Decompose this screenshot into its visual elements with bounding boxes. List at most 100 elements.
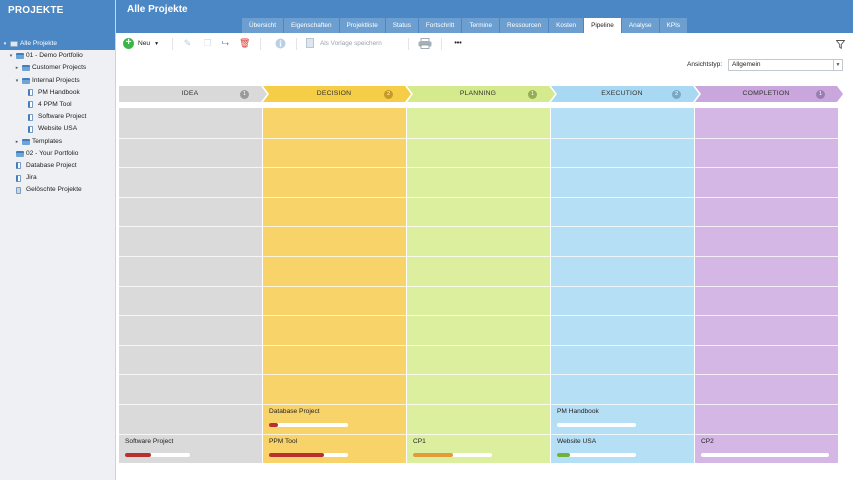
view-type-value: Allgemein — [732, 61, 761, 68]
tree-item[interactable]: Website USA — [0, 123, 115, 135]
tab-kpis[interactable]: KPIs — [659, 18, 689, 33]
stage-column-completion: CP2 — [695, 108, 838, 463]
info-icon[interactable] — [275, 38, 286, 49]
progress-bar — [269, 452, 348, 457]
tree-item[interactable]: PM Handbook — [0, 87, 115, 99]
tab-ressourcen[interactable]: Ressourcen — [500, 18, 550, 33]
tree-item[interactable]: Gelöschte Projekte — [0, 184, 115, 196]
project-card[interactable]: PM Handbook — [551, 405, 694, 435]
row-divider — [551, 167, 694, 169]
project-card[interactable]: CP2 — [695, 435, 838, 465]
progress-bar-fill — [413, 452, 453, 457]
row-divider — [551, 285, 694, 287]
row-divider — [407, 344, 550, 346]
project-card[interactable]: Website USA — [551, 435, 694, 465]
row-divider — [407, 167, 550, 169]
tree-item[interactable]: Database Project — [0, 160, 115, 172]
tab-kosten[interactable]: Kosten — [549, 18, 585, 33]
tab-übersicht[interactable]: Übersicht — [242, 18, 284, 33]
progress-bar-fill — [269, 452, 324, 457]
row-divider — [407, 226, 550, 228]
tree-item[interactable]: 4 PPM Tool — [0, 99, 115, 111]
tree-item-label: Jira — [26, 174, 37, 182]
tree-item-label: Templates — [32, 137, 63, 145]
project-icon — [28, 113, 33, 121]
project-card-name: CP2 — [701, 437, 714, 445]
copy-icon[interactable]: ❐ — [202, 38, 213, 49]
tree-item[interactable]: Software Project — [0, 111, 115, 123]
collapse-toggle-icon[interactable]: ▾ — [14, 75, 20, 87]
collapse-toggle-icon[interactable]: ▾ — [8, 50, 14, 62]
tree-item[interactable]: 02 - Your Portfolio — [0, 148, 115, 160]
tab-projektliste[interactable]: Projektliste — [339, 18, 386, 33]
tree-item-label: 01 - Demo Portfolio — [26, 52, 83, 60]
tab-analyse[interactable]: Analyse — [621, 18, 660, 33]
tree-item-label: Gelöschte Projekte — [26, 186, 82, 194]
row-divider — [551, 196, 694, 198]
tree-item[interactable]: ▾ 01 - Demo Portfolio — [0, 50, 115, 62]
progress-bar — [413, 452, 492, 457]
save-as-template-button[interactable]: Als Vorlage speichern — [306, 38, 382, 48]
tab-pipeline[interactable]: Pipeline — [584, 18, 622, 33]
stage-count-badge: 1 — [528, 89, 537, 99]
progress-bar — [557, 452, 636, 457]
row-divider — [119, 226, 262, 228]
progress-bar — [557, 423, 636, 427]
row-divider — [263, 344, 406, 346]
expand-toggle-icon[interactable]: ▸ — [14, 62, 20, 74]
project-card[interactable]: PPM Tool — [263, 435, 406, 465]
collapse-toggle-icon[interactable]: ▾ — [2, 38, 8, 50]
tab-fortschritt[interactable]: Fortschritt — [418, 18, 463, 33]
tree-item-label: 02 - Your Portfolio — [26, 149, 79, 157]
new-button[interactable]: + Neu ▼ — [123, 37, 159, 50]
row-divider — [407, 285, 550, 287]
stage-header-completion: COMPLETION 1 — [695, 86, 843, 102]
folder-icon — [16, 150, 24, 157]
tab-eigenschaften[interactable]: Eigenschaften — [284, 18, 340, 33]
row-divider — [407, 196, 550, 198]
row-divider — [119, 256, 262, 257]
edit-icon[interactable]: ✎ — [182, 38, 193, 49]
project-icon — [28, 101, 33, 109]
tab-status[interactable]: Status — [385, 18, 419, 33]
row-divider — [551, 137, 694, 139]
tree-item[interactable]: ▸ Customer Projects — [0, 62, 115, 74]
tab-termine[interactable]: Termine — [462, 18, 501, 33]
row-divider — [695, 344, 838, 346]
stage-header-planning: PLANNING 1 — [407, 86, 555, 102]
tree-item[interactable]: ▾ Internal Projects — [0, 75, 115, 87]
tree-item[interactable]: ▸ Templates — [0, 136, 115, 148]
folder-icon — [22, 138, 30, 145]
more-icon[interactable]: ••• — [451, 38, 465, 49]
project-card[interactable]: Database Project — [263, 405, 406, 435]
row-divider — [119, 315, 262, 317]
tree-item[interactable]: ▾ Alle Projekte — [0, 38, 115, 51]
row-divider — [695, 167, 838, 169]
row-divider — [263, 196, 406, 198]
tree-item[interactable]: Jira — [0, 172, 115, 184]
top-bar: Alle Projekte Übersicht Eigenschaften Proj… — [116, 0, 853, 33]
progress-bar — [269, 423, 348, 427]
stage-header-idea: IDEA 1 — [119, 86, 267, 102]
move-icon[interactable]: ⮡ — [220, 38, 231, 49]
project-card[interactable]: Software Project — [119, 435, 262, 465]
expand-toggle-icon[interactable]: ▸ — [14, 136, 20, 148]
row-divider — [263, 226, 406, 228]
project-card[interactable]: CP1 — [407, 435, 550, 465]
stage-column-planning: CP1 — [407, 108, 550, 463]
stage-count-badge: 1 — [816, 89, 825, 99]
row-divider — [119, 404, 262, 405]
row-divider — [263, 137, 406, 139]
row-divider — [407, 404, 550, 405]
folder-icon — [22, 77, 30, 84]
row-divider — [407, 137, 550, 139]
toolbar-divider — [260, 38, 261, 50]
progress-bar-fill — [557, 452, 570, 457]
view-type-select[interactable]: Allgemein ▼ — [728, 59, 843, 71]
delete-icon[interactable]: 🗑 — [239, 38, 250, 49]
progress-bar-fill — [269, 423, 278, 427]
print-icon[interactable] — [418, 38, 432, 49]
filter-icon[interactable] — [835, 40, 846, 51]
row-divider — [119, 167, 262, 169]
row-divider — [695, 404, 838, 405]
